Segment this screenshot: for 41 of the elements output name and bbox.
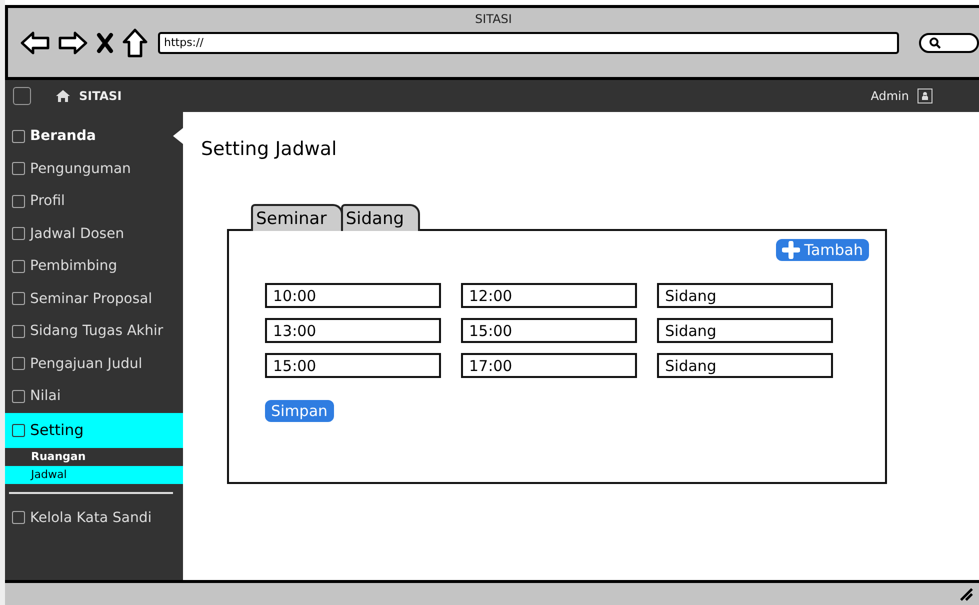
start-time-field[interactable]: 15:00 bbox=[265, 353, 441, 378]
user-icon[interactable] bbox=[917, 88, 933, 104]
sidebar-item[interactable]: Seminar Proposal bbox=[5, 282, 183, 315]
brand-label[interactable]: SITASI bbox=[79, 89, 122, 103]
sidebar-item[interactable]: Beranda bbox=[5, 120, 183, 152]
plus-icon bbox=[782, 241, 800, 259]
sidebar-item[interactable]: Kelola Kata Sandi bbox=[5, 502, 183, 534]
page-title: Setting Jadwal bbox=[201, 138, 338, 160]
sidebar-item[interactable]: Nilai bbox=[5, 380, 183, 412]
triangle-icon[interactable] bbox=[173, 128, 183, 144]
resize-grip-icon[interactable] bbox=[959, 587, 973, 601]
sidebar-item[interactable]: Profil bbox=[5, 185, 183, 218]
menu-toggle[interactable] bbox=[13, 87, 31, 105]
start-time-field[interactable]: 13:00 bbox=[265, 318, 441, 343]
back-icon[interactable] bbox=[20, 30, 50, 56]
close-icon[interactable] bbox=[96, 32, 114, 54]
search-icon bbox=[929, 37, 941, 49]
window-title: SITASI bbox=[474, 11, 513, 26]
type-field[interactable]: Sidang bbox=[657, 283, 833, 308]
end-time-field[interactable]: 12:00 bbox=[461, 283, 637, 308]
search-field[interactable] bbox=[919, 33, 979, 53]
start-time-field[interactable]: 10:00 bbox=[265, 283, 441, 308]
save-button[interactable]: Simpan bbox=[265, 400, 334, 422]
sidebar-subitem[interactable]: Jadwal bbox=[5, 466, 183, 484]
sidebar-item[interactable]: Setting bbox=[5, 412, 183, 448]
sidebar-item[interactable]: Pengajuan Judul bbox=[5, 348, 183, 380]
sidebar-item[interactable]: Pembimbing bbox=[5, 250, 183, 282]
forward-icon[interactable] bbox=[58, 30, 88, 56]
sidebar-item[interactable]: Sidang Tugas Akhir bbox=[5, 315, 183, 348]
add-button[interactable]: Tambah bbox=[776, 239, 869, 261]
tab[interactable]: Sidang bbox=[340, 204, 420, 231]
end-time-field[interactable]: 15:00 bbox=[461, 318, 637, 343]
url-field[interactable]: https:// bbox=[158, 32, 899, 54]
tab[interactable]: Seminar bbox=[251, 204, 343, 231]
user-label[interactable]: Admin bbox=[870, 89, 909, 103]
end-time-field[interactable]: 17:00 bbox=[461, 353, 637, 378]
sidebar-subitem[interactable]: Ruangan bbox=[5, 448, 183, 466]
sidebar-item[interactable]: Jadwal Dosen bbox=[5, 218, 183, 250]
type-field[interactable]: Sidang bbox=[657, 318, 833, 343]
sidebar-item[interactable]: Pengunguman bbox=[5, 152, 183, 185]
type-field[interactable]: Sidang bbox=[657, 353, 833, 378]
